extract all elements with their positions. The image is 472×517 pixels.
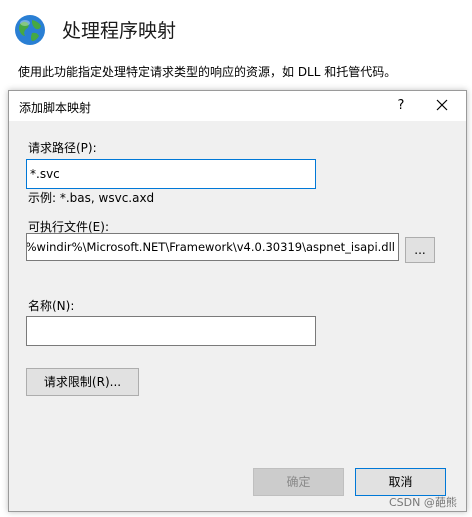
help-button[interactable]: ? — [389, 95, 413, 117]
dialog-title: 添加脚本映射 — [19, 101, 92, 115]
feature-page-header: 处理程序映射 使用此功能指定处理特定请求类型的响应的资源，如 DLL 和托管代码… — [0, 0, 472, 90]
executable-path: %windir%\Microsoft.NET\Framework\v4.0.30… — [26, 240, 395, 254]
add-script-map-dialog: 添加脚本映射 ? 请求路径(P): 示例: *.bas, wsvc.axd 可执… — [8, 90, 467, 512]
page-description: 使用此功能指定处理特定请求类型的响应的资源，如 DLL 和托管代码。 — [18, 65, 397, 79]
close-icon — [436, 99, 448, 111]
cancel-button[interactable]: 取消 — [355, 468, 446, 496]
globe-icon — [14, 14, 46, 46]
name-input[interactable] — [26, 316, 316, 346]
close-button[interactable] — [427, 95, 457, 117]
request-path-example: 示例: *.bas, wsvc.axd — [28, 191, 155, 205]
watermark: CSDN @葩熊 — [389, 496, 457, 509]
ok-button[interactable]: 确定 — [253, 468, 344, 496]
browse-button[interactable]: ... — [405, 237, 435, 263]
name-label: 名称(N): — [28, 299, 75, 313]
request-path-input[interactable] — [26, 159, 316, 189]
dialog-titlebar: 添加脚本映射 ? — [9, 91, 466, 121]
executable-input[interactable]: %windir%\Microsoft.NET\Framework\v4.0.30… — [26, 233, 399, 261]
request-restrictions-button[interactable]: 请求限制(R)... — [26, 368, 139, 396]
request-path-label: 请求路径(P): — [28, 141, 97, 155]
page-title: 处理程序映射 — [62, 20, 177, 42]
